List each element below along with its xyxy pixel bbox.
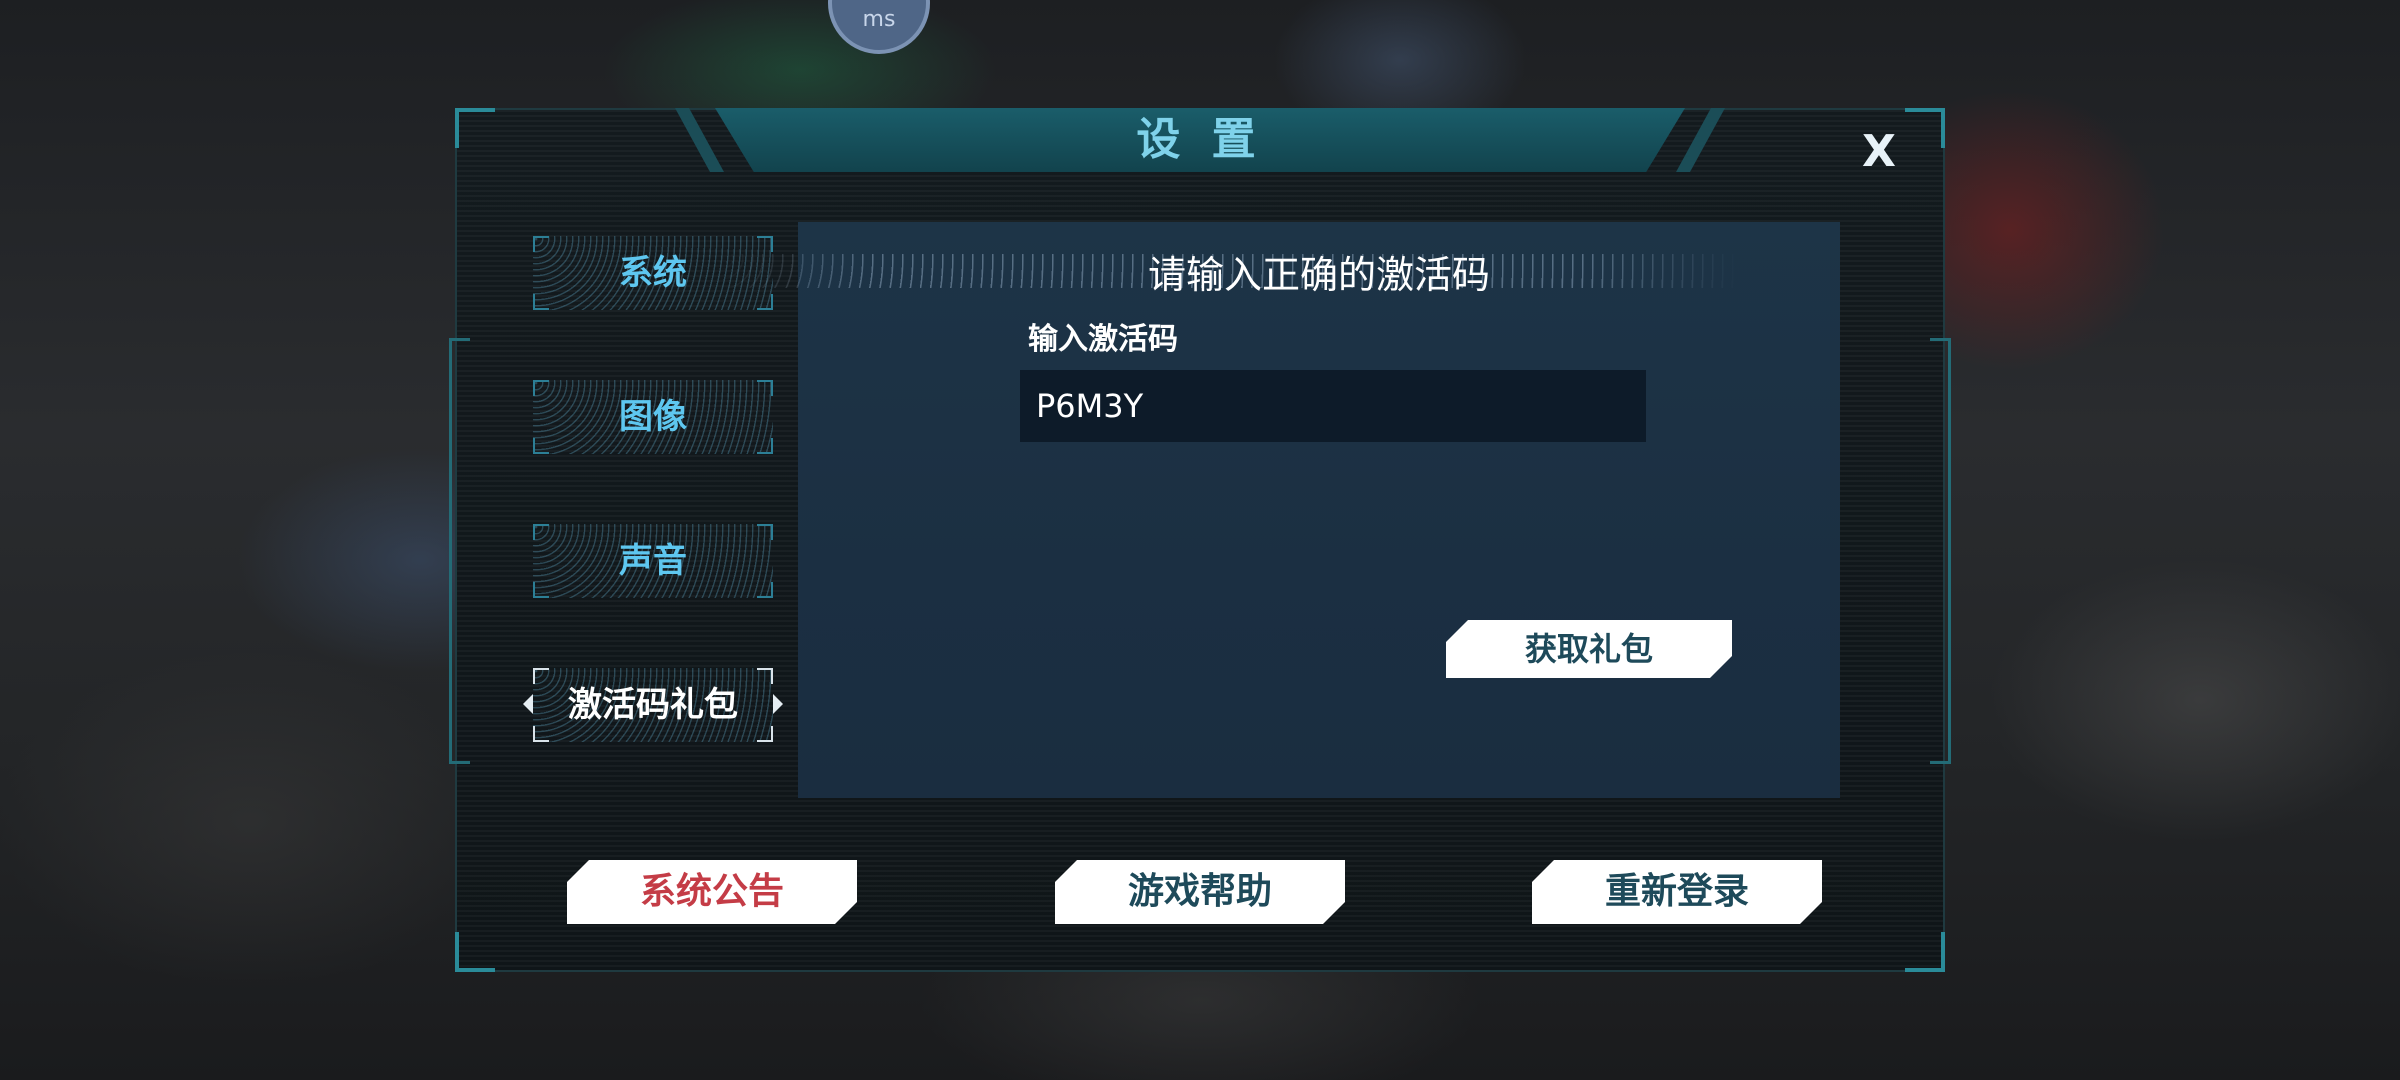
tab-label: 图像 bbox=[619, 397, 687, 437]
arrow-right-icon bbox=[773, 694, 783, 714]
relogin-button[interactable]: 重新登录 bbox=[1532, 860, 1822, 924]
activation-code-input[interactable] bbox=[1020, 370, 1646, 442]
tab-activation-gift[interactable]: 激活码礼包 bbox=[523, 668, 783, 742]
ping-unit: ms bbox=[862, 7, 896, 32]
ping-indicator: ms bbox=[828, 0, 930, 54]
settings-tabs: 系统 图像 声音 激活码礼包 bbox=[523, 236, 783, 812]
settings-dialog: 设 置 X 系统 图像 声音 激活码礼包 请输入正确的激活码 输入激活码 获取礼… bbox=[449, 108, 1951, 972]
frame-corner bbox=[1905, 932, 1945, 972]
dialog-title: 设 置 bbox=[1136, 114, 1264, 165]
tab-label: 声音 bbox=[619, 541, 687, 581]
activation-hint: 请输入正确的激活码 bbox=[1147, 253, 1490, 297]
tab-graphics[interactable]: 图像 bbox=[533, 380, 773, 454]
frame-corner bbox=[455, 932, 495, 972]
arrow-left-icon bbox=[523, 694, 533, 714]
game-help-button[interactable]: 游戏帮助 bbox=[1055, 860, 1345, 924]
system-announcement-button[interactable]: 系统公告 bbox=[567, 860, 857, 924]
frame-rail-left bbox=[449, 338, 470, 764]
activation-code-label: 输入激活码 bbox=[1028, 322, 1178, 357]
tab-sound[interactable]: 声音 bbox=[533, 524, 773, 598]
frame-corner bbox=[1905, 108, 1945, 148]
close-button[interactable]: X bbox=[1857, 130, 1901, 174]
get-gift-button[interactable]: 获取礼包 bbox=[1446, 620, 1732, 678]
activation-content: 请输入正确的激活码 输入激活码 获取礼包 bbox=[718, 222, 1840, 798]
frame-corner bbox=[455, 108, 495, 148]
tab-label: 系统 bbox=[619, 253, 687, 293]
tab-label: 激活码礼包 bbox=[568, 685, 738, 725]
frame-rail-right bbox=[1930, 338, 1951, 764]
